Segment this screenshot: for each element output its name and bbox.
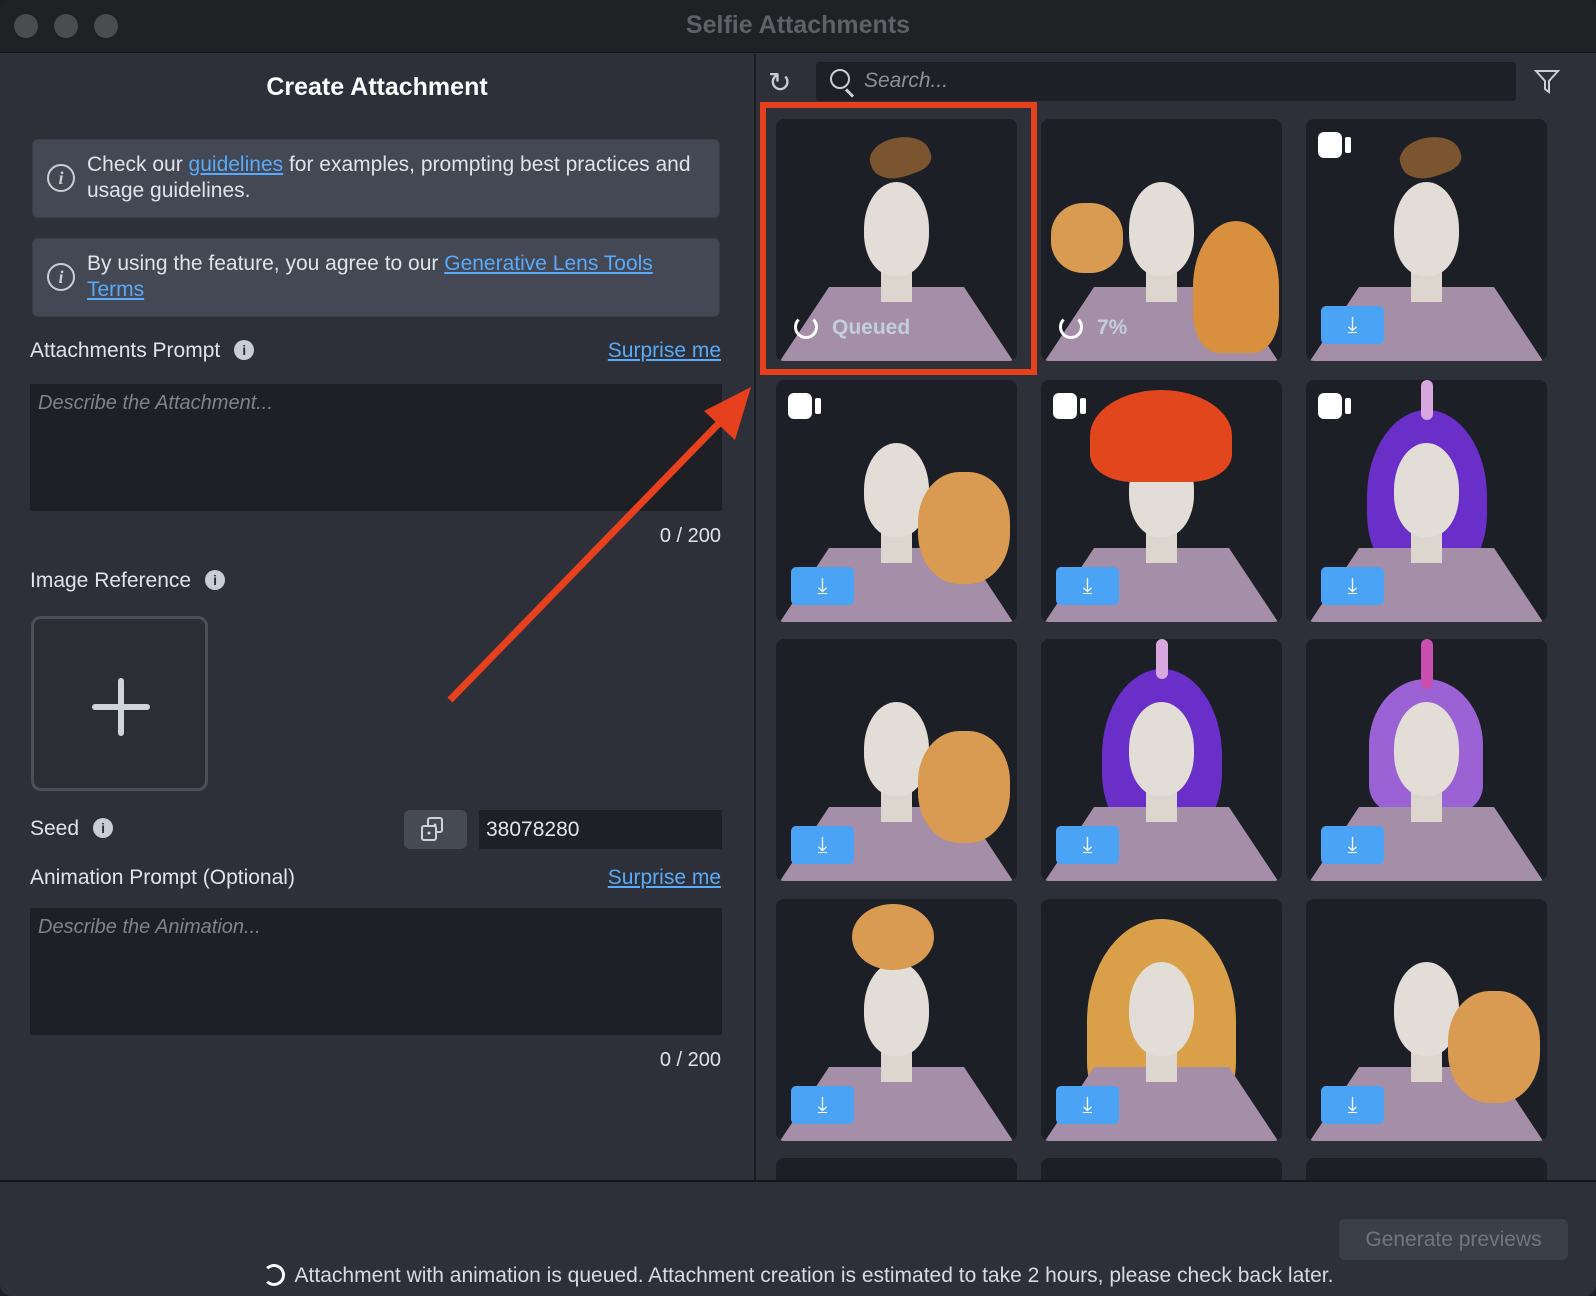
surprise-me-link[interactable]: Surprise me — [608, 339, 721, 363]
download-button[interactable]: ⤓ — [1056, 826, 1119, 864]
attachment-thumbnail[interactable]: ⤓ — [1306, 899, 1547, 1141]
download-button[interactable]: ⤓ — [1321, 306, 1384, 344]
seed-input[interactable] — [479, 810, 722, 849]
download-button[interactable]: ⤓ — [791, 826, 854, 864]
video-camera-icon — [788, 393, 821, 419]
download-button[interactable]: ⤓ — [1321, 826, 1384, 864]
info-icon: i — [47, 164, 75, 192]
download-button[interactable]: ⤓ — [1321, 567, 1384, 605]
mannequin-head — [1129, 962, 1194, 1056]
attachment-overlay — [1421, 380, 1433, 420]
download-button[interactable]: ⤓ — [791, 1086, 854, 1124]
mannequin-head — [1394, 443, 1459, 537]
download-button[interactable]: ⤓ — [1056, 567, 1119, 605]
gallery-panel: ↻ Queued7%⤓⤓⤓⤓⤓⤓⤓⤓⤓⤓ — [756, 54, 1596, 1180]
attachments-char-count: 0 / 200 — [659, 525, 721, 547]
attachment-thumbnail[interactable]: ⤓ — [1306, 639, 1547, 881]
search-input[interactable] — [864, 66, 1494, 96]
dice-icon — [421, 817, 443, 841]
attachment-thumbnail[interactable]: ⤓ — [1306, 119, 1547, 361]
status-text: Attachment with animation is queued. Att… — [294, 1264, 1334, 1287]
video-camera-icon — [1318, 132, 1351, 158]
animation-char-count: 0 / 200 — [659, 1049, 721, 1071]
label-text: Image Reference — [30, 569, 192, 592]
attachment-thumbnail[interactable]: ⤓ — [776, 380, 1017, 622]
animation-prompt-label: Animation Prompt (Optional) — [30, 866, 295, 889]
spinner-icon — [262, 1264, 285, 1286]
video-camera-icon — [1318, 393, 1351, 419]
download-button[interactable]: ⤓ — [1321, 1086, 1384, 1124]
info-text: Check our — [87, 153, 189, 176]
attachments-prompt-input[interactable] — [30, 384, 722, 511]
animation-surprise-me-link[interactable]: Surprise me — [608, 866, 721, 890]
label-text: Seed — [30, 817, 80, 840]
panel-title: Create Attachment — [266, 73, 488, 101]
highlight-annotation-box — [760, 102, 1037, 375]
attachment-overlay — [1090, 390, 1232, 482]
search-box[interactable] — [816, 62, 1516, 101]
attachment-thumbnail[interactable]: ⤓ — [1306, 380, 1547, 622]
randomize-seed-button[interactable] — [404, 810, 467, 849]
video-camera-icon — [1053, 393, 1086, 419]
attachment-thumbnail[interactable] — [776, 1158, 1017, 1180]
status-text: 7% — [1097, 316, 1128, 339]
mannequin-head — [1129, 702, 1194, 796]
refresh-icon[interactable]: ↻ — [768, 66, 791, 99]
title-bar: Selfie Attachments — [0, 0, 1596, 53]
attachment-overlay — [1394, 127, 1466, 187]
mannequin-head — [1394, 702, 1459, 796]
generate-previews-button[interactable]: Generate previews — [1339, 1219, 1568, 1260]
attachment-overlay — [918, 731, 1010, 843]
info-text: By using the feature, you agree to our — [87, 252, 445, 275]
animation-prompt-input[interactable] — [30, 908, 722, 1035]
info-icon[interactable]: i — [93, 818, 114, 838]
attachment-overlay — [1156, 639, 1168, 679]
filter-icon[interactable] — [1534, 68, 1560, 94]
mannequin-head — [1129, 182, 1194, 276]
footer: Generate previews Attachment with animat… — [0, 1180, 1596, 1296]
attachment-thumbnail[interactable]: ⤓ — [776, 899, 1017, 1141]
label-text: Attachments Prompt — [30, 339, 221, 362]
guidelines-info: i Check our guidelines for examples, pro… — [32, 139, 720, 218]
attachment-thumbnail[interactable] — [1306, 1158, 1547, 1180]
download-button[interactable]: ⤓ — [1056, 1086, 1119, 1124]
generation-status: 7% — [1059, 315, 1127, 340]
mannequin-head — [864, 962, 929, 1056]
attachment-overlay — [1193, 221, 1279, 353]
terms-info: i By using the feature, you agree to our… — [32, 238, 720, 317]
attachment-overlay — [918, 472, 1010, 584]
attachment-overlay — [1448, 991, 1540, 1103]
search-icon — [830, 69, 850, 89]
spinner-icon — [1059, 315, 1083, 339]
attachment-thumbnail[interactable]: ⤓ — [1041, 380, 1282, 622]
info-icon[interactable]: i — [234, 340, 255, 360]
window-title: Selfie Attachments — [685, 11, 911, 39]
attachment-overlay — [852, 904, 934, 970]
info-icon: i — [47, 263, 75, 291]
attachment-thumbnail[interactable]: ⤓ — [776, 639, 1017, 881]
guidelines-link[interactable]: guidelines — [189, 153, 284, 176]
attachment-thumbnail[interactable]: ⤓ — [1041, 639, 1282, 881]
download-button[interactable]: ⤓ — [791, 567, 854, 605]
attachment-thumbnail[interactable]: ⤓ — [1041, 899, 1282, 1141]
attachment-overlay — [1421, 639, 1433, 689]
attachment-thumbnail[interactable] — [1041, 1158, 1282, 1180]
attachment-thumbnail[interactable]: 7% — [1041, 119, 1282, 361]
image-reference-label: Image Reference i — [30, 569, 226, 593]
attachment-overlay — [1051, 203, 1123, 273]
mannequin-head — [1394, 182, 1459, 276]
attachments-prompt-label: Attachments Prompt i — [30, 339, 255, 363]
status-message: Attachment with animation is queued. Att… — [0, 1264, 1596, 1288]
add-image-reference-button[interactable] — [31, 616, 208, 791]
info-icon[interactable]: i — [205, 570, 226, 590]
seed-label: Seed i — [30, 817, 114, 841]
create-attachment-panel: Create Attachment i Check our guidelines… — [0, 54, 754, 1180]
